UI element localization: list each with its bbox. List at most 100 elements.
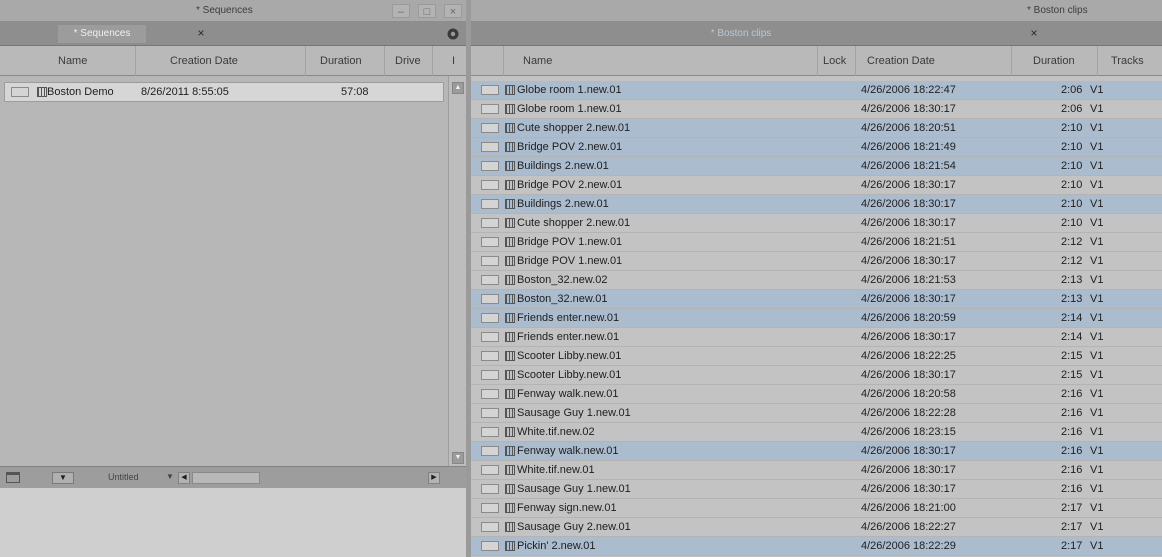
row-checkbox[interactable] bbox=[481, 370, 499, 380]
clip-duration: 2:16 bbox=[1061, 426, 1083, 438]
clip-row[interactable]: Fenway sign.new.01 4/26/2006 18:21:00 2:17… bbox=[471, 499, 1162, 518]
clip-row[interactable]: Globe room 1.new.01 4/26/2006 18:30:17 2:0… bbox=[471, 100, 1162, 119]
clip-row[interactable]: Fenway walk.new.01 4/26/2006 18:20:58 2:16… bbox=[471, 385, 1162, 404]
clip-icon bbox=[505, 161, 515, 171]
boston-clips-title-bar[interactable]: * Boston clips bbox=[471, 0, 1162, 22]
clip-tracks: V1 bbox=[1090, 255, 1104, 267]
clip-icon bbox=[505, 370, 515, 380]
clip-row[interactable]: Bridge POV 2.new.01 4/26/2006 18:21:49 2:1… bbox=[471, 138, 1162, 157]
scroll-up-icon[interactable]: ▲ bbox=[452, 82, 464, 94]
clip-row[interactable]: White.tif.new.01 4/26/2006 18:30:17 2:16 V1 bbox=[471, 461, 1162, 480]
sequence-row[interactable]: Boston Demo 8/26/2011 8:55:05 57:08 bbox=[4, 82, 444, 102]
column-tracks[interactable]: Tracks bbox=[1111, 55, 1144, 67]
row-checkbox[interactable] bbox=[481, 351, 499, 361]
maximize-button[interactable]: □ bbox=[418, 4, 436, 18]
clip-creation-date: 4/26/2006 18:21:00 bbox=[861, 502, 956, 514]
bin-view-icon[interactable] bbox=[6, 472, 20, 483]
row-checkbox[interactable] bbox=[481, 313, 499, 323]
clip-creation-date: 4/26/2006 18:30:17 bbox=[861, 179, 956, 191]
row-checkbox[interactable] bbox=[481, 541, 499, 551]
sequences-title-bar[interactable]: * Sequences – □ × bbox=[0, 0, 466, 22]
clip-row[interactable]: Buildings 2.new.01 4/26/2006 18:30:17 2:10… bbox=[471, 195, 1162, 214]
clip-row[interactable]: Sausage Guy 1.new.01 4/26/2006 18:22:28 2:… bbox=[471, 404, 1162, 423]
gear-icon[interactable] bbox=[446, 27, 460, 41]
row-checkbox[interactable] bbox=[481, 256, 499, 266]
row-checkbox[interactable] bbox=[481, 161, 499, 171]
tab-boston-clips[interactable]: * Boston clips bbox=[651, 25, 831, 43]
clip-duration: 2:16 bbox=[1061, 464, 1083, 476]
tab-close-icon[interactable]: × bbox=[1027, 26, 1041, 40]
row-checkbox[interactable] bbox=[481, 389, 499, 399]
scroll-left-icon[interactable]: ◀ bbox=[178, 472, 190, 484]
close-button[interactable]: × bbox=[444, 4, 462, 18]
clip-duration: 2:14 bbox=[1061, 331, 1083, 343]
clip-row[interactable]: Cute shopper 2.new.01 4/26/2006 18:20:51 2… bbox=[471, 119, 1162, 138]
column-creation-date[interactable]: Creation Date bbox=[867, 55, 935, 67]
column-creation-date[interactable]: Creation Date bbox=[170, 55, 238, 67]
clip-row[interactable]: Sausage Guy 1.new.01 4/26/2006 18:30:17 2:… bbox=[471, 480, 1162, 499]
row-checkbox[interactable] bbox=[481, 484, 499, 494]
row-checkbox[interactable] bbox=[481, 294, 499, 304]
horizontal-scrollbar-track[interactable] bbox=[192, 472, 260, 484]
row-checkbox[interactable] bbox=[11, 87, 29, 97]
column-i[interactable]: I bbox=[452, 55, 455, 67]
row-checkbox[interactable] bbox=[481, 218, 499, 228]
scroll-down-icon[interactable]: ▼ bbox=[452, 452, 464, 464]
menu-dropdown-icon[interactable]: ▼ bbox=[52, 472, 74, 484]
clip-row[interactable]: Pickin' 2.new.01 4/26/2006 18:22:29 2:17 V1 bbox=[471, 537, 1162, 556]
sequences-vertical-scrollbar[interactable]: ▲ ▼ bbox=[448, 76, 466, 466]
clip-row[interactable]: Sausage Guy 2.new.01 4/26/2006 18:22:27 2:… bbox=[471, 518, 1162, 537]
clip-row[interactable]: Boston_32.new.02 4/26/2006 18:21:53 2:13 V1 bbox=[471, 271, 1162, 290]
row-checkbox[interactable] bbox=[481, 465, 499, 475]
column-duration[interactable]: Duration bbox=[320, 55, 362, 67]
row-checkbox[interactable] bbox=[481, 237, 499, 247]
row-checkbox[interactable] bbox=[481, 180, 499, 190]
clip-row[interactable]: Buildings 2.new.01 4/26/2006 18:21:54 2:10… bbox=[471, 157, 1162, 176]
clip-tracks: V1 bbox=[1090, 179, 1104, 191]
clip-name: Fenway sign.new.01 bbox=[517, 502, 617, 514]
row-checkbox[interactable] bbox=[481, 142, 499, 152]
row-checkbox[interactable] bbox=[481, 123, 499, 133]
sequences-window-title: * Sequences bbox=[196, 5, 253, 16]
clip-creation-date: 4/26/2006 18:30:17 bbox=[861, 369, 956, 381]
minimize-button[interactable]: – bbox=[392, 4, 410, 18]
clip-row[interactable]: Friends enter.new.01 4/26/2006 18:30:17 2:… bbox=[471, 328, 1162, 347]
row-checkbox[interactable] bbox=[481, 199, 499, 209]
view-selector[interactable]: Untitled ▼ bbox=[86, 471, 186, 485]
clip-row[interactable]: Cute shopper 2.new.01 4/26/2006 18:30:17 2… bbox=[471, 214, 1162, 233]
row-checkbox[interactable] bbox=[481, 522, 499, 532]
row-checkbox[interactable] bbox=[481, 275, 499, 285]
row-checkbox[interactable] bbox=[481, 104, 499, 114]
row-checkbox[interactable] bbox=[481, 408, 499, 418]
empty-workspace-area bbox=[0, 488, 466, 557]
clip-creation-date: 4/26/2006 18:21:51 bbox=[861, 236, 956, 248]
scroll-right-icon[interactable]: ▶ bbox=[428, 472, 440, 484]
clip-row[interactable]: Friends enter.new.01 4/26/2006 18:20:59 2:… bbox=[471, 309, 1162, 328]
clip-icon bbox=[505, 313, 515, 323]
clip-row[interactable]: Fenway walk.new.01 4/26/2006 18:30:17 2:16… bbox=[471, 442, 1162, 461]
clip-row[interactable]: Bridge POV 1.new.01 4/26/2006 18:30:17 2:1… bbox=[471, 252, 1162, 271]
column-name[interactable]: Name bbox=[58, 55, 87, 67]
row-checkbox[interactable] bbox=[481, 446, 499, 456]
column-duration[interactable]: Duration bbox=[1033, 55, 1075, 67]
clip-row[interactable]: Boston_32.new.01 4/26/2006 18:30:17 2:13 V1 bbox=[471, 290, 1162, 309]
row-checkbox[interactable] bbox=[481, 85, 499, 95]
clip-row[interactable]: Bridge POV 1.new.01 4/26/2006 18:21:51 2:1… bbox=[471, 233, 1162, 252]
boston-clips-window-title: * Boston clips bbox=[1027, 5, 1088, 16]
row-checkbox[interactable] bbox=[481, 332, 499, 342]
row-checkbox[interactable] bbox=[481, 427, 499, 437]
tab-close-icon[interactable]: × bbox=[194, 26, 208, 40]
clip-icon bbox=[505, 484, 515, 494]
clip-icon bbox=[505, 408, 515, 418]
tab-sequences[interactable]: * Sequences bbox=[58, 25, 146, 43]
clip-row[interactable]: White.tif.new.02 4/26/2006 18:23:15 2:16 V1 bbox=[471, 423, 1162, 442]
clip-row[interactable]: Scooter Libby.new.01 4/26/2006 18:30:17 2:… bbox=[471, 366, 1162, 385]
clip-row[interactable]: Scooter Libby.new.01 4/26/2006 18:22:25 2:… bbox=[471, 347, 1162, 366]
column-lock[interactable]: Lock bbox=[823, 55, 846, 67]
clip-row[interactable]: Globe room 1.new.01 4/26/2006 18:22:47 2:0… bbox=[471, 81, 1162, 100]
row-checkbox[interactable] bbox=[481, 503, 499, 513]
column-drive[interactable]: Drive bbox=[395, 55, 421, 67]
column-name[interactable]: Name bbox=[523, 55, 552, 67]
clip-icon bbox=[505, 256, 515, 266]
clip-row[interactable]: Bridge POV 2.new.01 4/26/2006 18:30:17 2:1… bbox=[471, 176, 1162, 195]
